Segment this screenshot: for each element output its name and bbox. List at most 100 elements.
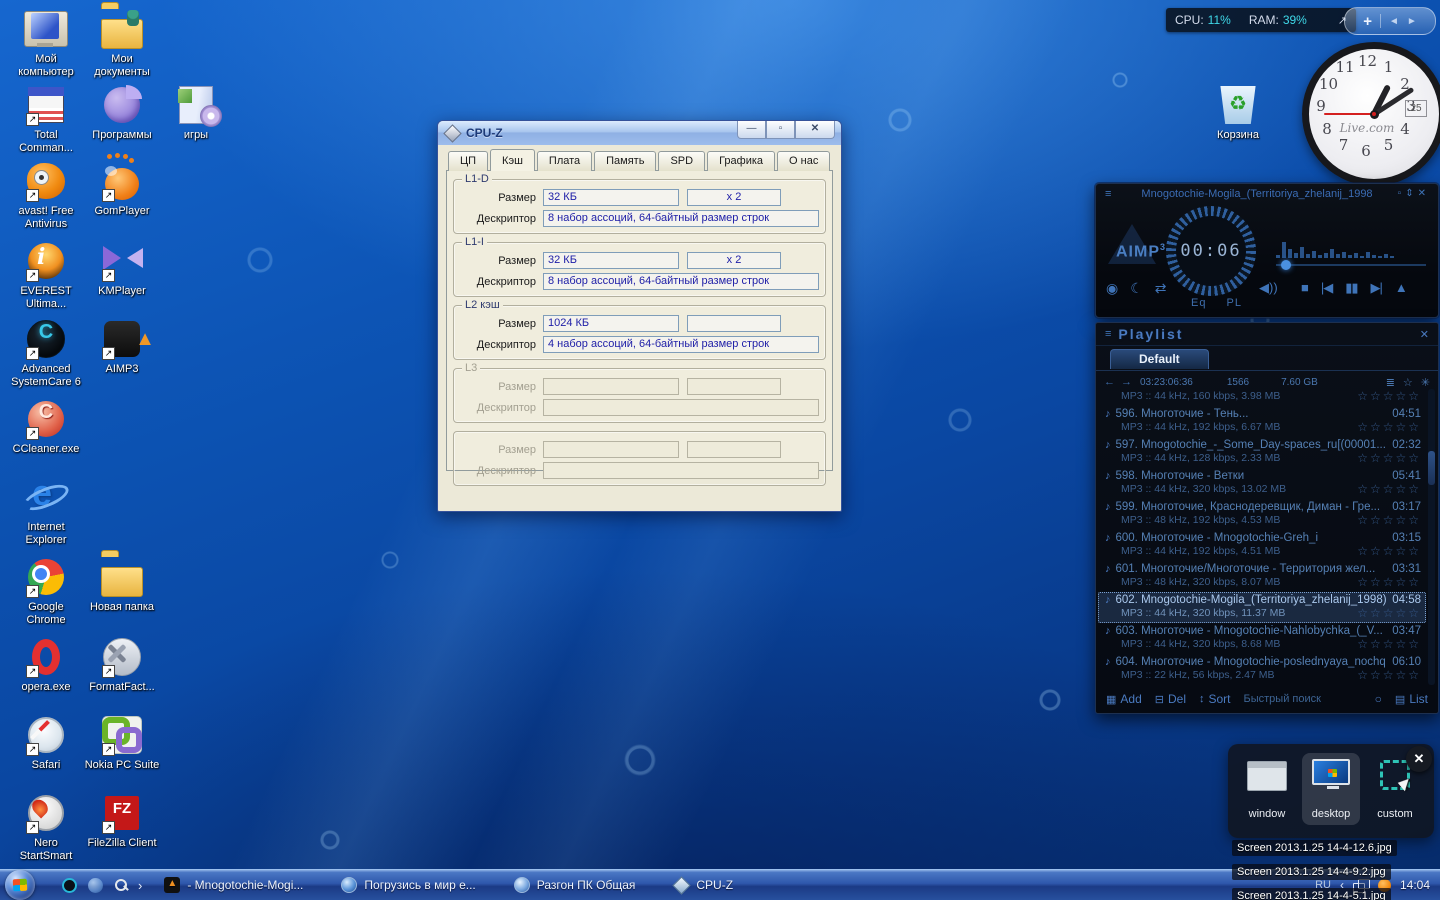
track-rating-stars[interactable]: ☆☆☆☆☆ [1357, 606, 1421, 620]
desktop-icon-ccleaner[interactable]: CCleaner.exe [8, 398, 84, 456]
taskbar-app-globe2[interactable]: Разгон ПК Общая [514, 877, 636, 893]
aimp-seek-ring[interactable]: 00:06 [1166, 206, 1256, 296]
quicklaunch-systemcare-icon[interactable] [62, 878, 77, 893]
cpuz-tab[interactable]: Память [594, 151, 656, 171]
search-icon[interactable]: ○ [1375, 692, 1382, 706]
playlist-settings-icon[interactable]: ✳ [1421, 376, 1430, 389]
aimp-menu-icon[interactable]: ≡ [1105, 188, 1111, 200]
cpuz-tab[interactable]: Кэш [490, 149, 535, 171]
track-rating-stars[interactable]: ☆☆☆☆☆ [1357, 668, 1421, 682]
playlist-quick-search[interactable]: Быстрый поиск [1244, 693, 1321, 705]
playlist-track[interactable]: ♪604. Многоточие - Mnogotochie-poslednya… [1098, 654, 1426, 685]
desktop-icon-gom[interactable]: GomPlayer [84, 160, 160, 218]
descriptor-field[interactable]: 8 набор ассоций, 64-байтный размер строк [543, 273, 819, 290]
aimp-prev-button[interactable]: |◀ [1321, 280, 1332, 296]
playlist-track[interactable]: ♪598. Многоточие - Ветки05:41MP3 :: 44 k… [1098, 468, 1426, 499]
descriptor-field[interactable] [543, 462, 819, 479]
playlist-del-button[interactable]: Del [1168, 692, 1186, 706]
desktop-icon-aimp[interactable]: AIMP3 [84, 318, 160, 376]
descriptor-field[interactable]: 4 набор ассоций, 64-байтный размер строк [543, 336, 819, 353]
desktop-icon-filezilla[interactable]: FileZilla Client [84, 792, 160, 850]
minimize-button[interactable]: — [737, 121, 766, 139]
multiplier-field[interactable]: x 2 [687, 189, 781, 206]
gadget-prev-button[interactable]: ◄ [1389, 16, 1399, 27]
desktop-icon-documents[interactable]: Мои документы [84, 8, 160, 79]
track-rating-stars[interactable]: ☆☆☆☆☆ [1357, 513, 1421, 527]
size-field[interactable]: 32 КБ [543, 189, 679, 206]
start-button[interactable] [5, 870, 35, 900]
screenshot-file-item[interactable]: Screen 2013.1.25 14-4-12.6.jpg [1232, 838, 1397, 856]
taskbar-app-globe[interactable]: Погрузись в мир е... [341, 877, 475, 893]
desktop-icon-totalcmd[interactable]: Total Comman... [8, 84, 84, 155]
playlist-track[interactable]: ♪601. Многоточие/Многоточие - Территория… [1098, 561, 1426, 592]
playlist-track[interactable]: ♪595. Многоточие - Осень...Чики Гриммы (… [1098, 389, 1426, 406]
playlist-titlebar[interactable]: ≡ Playlist ✕ [1096, 323, 1438, 346]
playlist-menu-icon[interactable]: ≡ [1105, 328, 1111, 340]
desktop-icon-avast[interactable]: avast! Free Antivirus [8, 160, 84, 231]
aimp-eject-button[interactable]: ▲ [1395, 280, 1407, 296]
aimp-next-button[interactable]: ▶| [1371, 280, 1382, 296]
cpuz-tab[interactable]: О нас [777, 151, 830, 171]
playlist-tab-default[interactable]: Default [1110, 349, 1209, 369]
size-field[interactable]: 32 КБ [543, 252, 679, 269]
desktop-icon-kmplayer[interactable]: KMPlayer [84, 240, 160, 298]
playlist-track[interactable]: ♪599. Многоточие, Краснодеревщик, Диман … [1098, 499, 1426, 530]
scrollbar-thumb[interactable] [1428, 451, 1435, 485]
desktop-icon-everest[interactable]: EVEREST Ultima... [8, 240, 84, 311]
close-button[interactable]: ✕ [795, 121, 835, 139]
aimp-stop-button[interactable]: ■ [1301, 280, 1308, 296]
cpu-ram-gadget[interactable]: CPU: 11% RAM: 39% ↗ [1166, 8, 1356, 32]
cpuz-tab[interactable]: Плата [537, 151, 592, 171]
aimp-pin-button[interactable]: ⇕ [1405, 188, 1417, 199]
multiplier-field[interactable] [687, 378, 781, 395]
screenshot-mode-desktop[interactable]: desktop [1302, 753, 1360, 825]
track-rating-stars[interactable]: ☆☆☆☆☆ [1357, 451, 1421, 465]
desktop-icon-chrome[interactable]: Google Chrome [8, 556, 84, 627]
descriptor-field[interactable]: 8 набор ассоций, 64-байтный размер строк [543, 210, 819, 227]
cpuz-tab[interactable]: SPD [658, 151, 705, 171]
screenshot-mode-window[interactable]: window [1238, 753, 1296, 825]
screenshot-file-item[interactable]: Screen 2013.1.25 14-4-9.2.jpg [1232, 862, 1397, 880]
playlist-add-button[interactable]: Add [1120, 692, 1141, 706]
playlist-track[interactable]: ♪603. Многоточие - Mnogotochie-Nahlobych… [1098, 623, 1426, 654]
screenshot-tool-close-button[interactable]: ✕ [1406, 746, 1432, 772]
aimp-pause-button[interactable]: ▮▮ [1345, 280, 1357, 296]
track-rating-stars[interactable]: ☆☆☆☆☆ [1357, 482, 1421, 496]
cpuz-tab[interactable]: ЦП [448, 151, 488, 171]
multiplier-field[interactable] [687, 315, 781, 332]
track-rating-stars[interactable]: ☆☆☆☆☆ [1357, 389, 1421, 403]
cpuz-tab[interactable]: Графика [707, 151, 775, 171]
aimp-radio-icon[interactable]: ◉ [1106, 280, 1118, 297]
size-field[interactable]: 1024 КБ [543, 315, 679, 332]
playlist-scrollbar[interactable] [1428, 389, 1435, 685]
playlist-queue-icon[interactable]: ≣ [1386, 376, 1395, 389]
track-rating-stars[interactable]: ☆☆☆☆☆ [1357, 544, 1421, 558]
desktop-icon-opera[interactable]: opera.exe [8, 636, 84, 694]
desktop-icon-recycle-bin[interactable]: Корзина [1200, 84, 1276, 142]
aimp-sleep-icon[interactable]: ☾ [1130, 280, 1143, 297]
playlist-sort-button[interactable]: Sort [1209, 692, 1231, 706]
taskbar-app-aimp[interactable]: - Mnogotochie-Mogi... [164, 877, 303, 893]
aimp-shuffle-icon[interactable]: ⇄ [1155, 280, 1167, 297]
aimp-mute-icon[interactable]: ◀)) [1259, 280, 1278, 296]
multiplier-field[interactable]: x 2 [687, 252, 781, 269]
screenshot-file-item[interactable]: Screen 2013.1.25 14-4-5.1.jpg [1232, 886, 1397, 900]
gadget-next-button[interactable]: ► [1407, 16, 1417, 27]
playlist-track[interactable]: ♪597. Mnogotochie_-_Some_Day-spaces_ru[(… [1098, 437, 1426, 468]
taskbar-app-cpuz[interactable]: CPU-Z [673, 877, 733, 893]
playlist-list-button[interactable]: List [1409, 692, 1428, 706]
descriptor-field[interactable] [543, 399, 819, 416]
desktop-icon-safari[interactable]: Safari [8, 714, 84, 772]
playlist-track[interactable]: ♪602. Mnogotochie-Mogila_(Territoriya_zh… [1098, 592, 1426, 623]
aimp-track-title[interactable]: Mnogotochie-Mogila_(Territoriya_zhelanij… [1126, 188, 1388, 200]
desktop-icon-programs[interactable]: Программы [84, 84, 160, 142]
taskbar-clock[interactable]: 14:04 [1400, 878, 1430, 892]
clock-gadget[interactable]: 121234567891011 Live.com 25 [1302, 42, 1440, 186]
desktop-icon-computer[interactable]: Мой компьютер [8, 8, 84, 79]
chevron-right-icon[interactable]: › [138, 878, 142, 893]
desktop-icon-asc[interactable]: Advanced SystemCare 6 [8, 318, 84, 389]
track-rating-stars[interactable]: ☆☆☆☆☆ [1357, 637, 1421, 651]
aimp-playlist-button[interactable]: PL [1227, 297, 1242, 309]
track-rating-stars[interactable]: ☆☆☆☆☆ [1357, 575, 1421, 589]
track-rating-stars[interactable]: ☆☆☆☆☆ [1357, 420, 1421, 434]
